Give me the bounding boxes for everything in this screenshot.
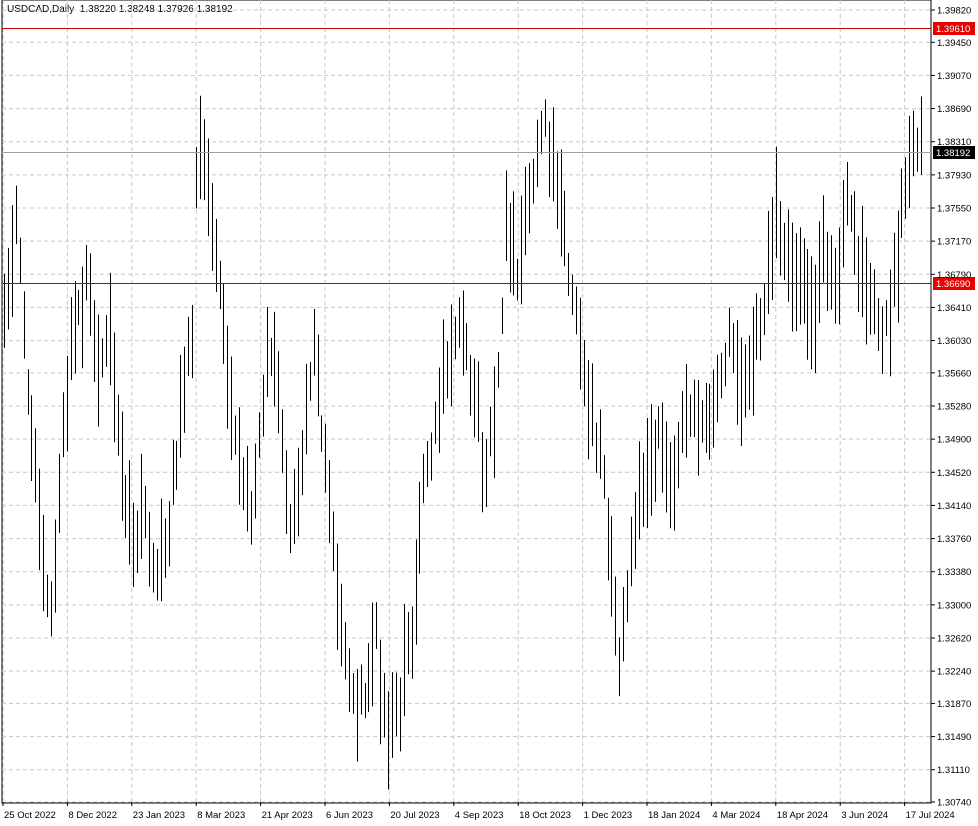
x-tick-label: 1 Dec 2023 xyxy=(584,810,633,821)
y-tick-label: 1.35660 xyxy=(937,368,971,379)
x-tick-label: 8 Mar 2023 xyxy=(197,810,245,821)
level-tag-label: 1.39610 xyxy=(936,24,970,35)
y-tick-label: 1.32240 xyxy=(937,667,971,678)
x-tick-label: 6 Jun 2023 xyxy=(326,810,373,821)
price-bars xyxy=(4,95,922,790)
price-axis: 1.39820 1.39450 1.39070 1.38690 1.38310 1.379… xyxy=(931,6,971,809)
y-tick-label: 1.39450 xyxy=(937,38,971,49)
x-tick-label: 4 Mar 2024 xyxy=(712,810,760,821)
x-tick-label: 4 Sep 2023 xyxy=(455,810,504,821)
y-tick-label: 1.39070 xyxy=(937,71,971,82)
y-tick-label: 1.34140 xyxy=(937,501,971,512)
y-tick-label: 1.37930 xyxy=(937,170,971,181)
time-axis: 25 Oct 2022 8 Dec 2022 23 Jan 2023 8 Mar 20… xyxy=(2,802,955,821)
y-tick-label: 1.39820 xyxy=(937,6,971,17)
y-tick-label: 1.33380 xyxy=(937,567,971,578)
x-tick-label: 20 Jul 2023 xyxy=(390,810,439,821)
y-tick-label: 1.36410 xyxy=(937,303,971,314)
y-tick-label: 1.31490 xyxy=(937,732,971,743)
y-tick-label: 1.34900 xyxy=(937,435,971,446)
x-tick-label: 21 Apr 2023 xyxy=(262,810,313,821)
y-tick-label: 1.31110 xyxy=(937,765,970,776)
x-tick-label: 3 Jun 2024 xyxy=(841,810,888,821)
x-tick-label: 23 Jan 2023 xyxy=(133,810,185,821)
y-tick-label: 1.37170 xyxy=(937,237,971,248)
x-tick-label: 18 Apr 2024 xyxy=(777,810,828,821)
y-tick-label: 1.37550 xyxy=(937,204,971,215)
x-tick-label: 17 Jul 2024 xyxy=(906,810,955,821)
y-tick-label: 1.30740 xyxy=(937,798,971,809)
x-tick-label: 8 Dec 2022 xyxy=(68,810,117,821)
x-tick-label: 18 Oct 2023 xyxy=(519,810,571,821)
grid-lines xyxy=(1,0,932,804)
y-tick-label: 1.33760 xyxy=(937,534,971,545)
price-chart[interactable]: 1.396101.366901.38192 1.398201.394501.39… xyxy=(0,0,978,826)
y-tick-label: 1.32620 xyxy=(937,634,971,645)
x-tick-label: 18 Jan 2024 xyxy=(648,810,700,821)
y-tick-label: 1.33000 xyxy=(937,600,971,611)
y-tick-label: 1.38690 xyxy=(937,104,971,115)
y-tick-label: 1.31870 xyxy=(937,699,971,710)
y-tick-label: 1.34520 xyxy=(937,468,971,479)
x-tick-label: 25 Oct 2022 xyxy=(4,810,56,821)
y-tick-label: 1.35280 xyxy=(937,402,971,413)
chart-container: USDCAD,Daily 1.38220 1.38248 1.37926 1.3… xyxy=(0,0,978,826)
y-tick-label: 1.36030 xyxy=(937,336,971,347)
plot-frame xyxy=(1,0,932,804)
current-price-label: 1.38192 xyxy=(936,148,970,159)
horizontal-levels: 1.396101.366901.38192 xyxy=(2,22,975,290)
y-tick-label: 1.36790 xyxy=(937,270,971,281)
y-tick-label: 1.38310 xyxy=(937,137,971,148)
